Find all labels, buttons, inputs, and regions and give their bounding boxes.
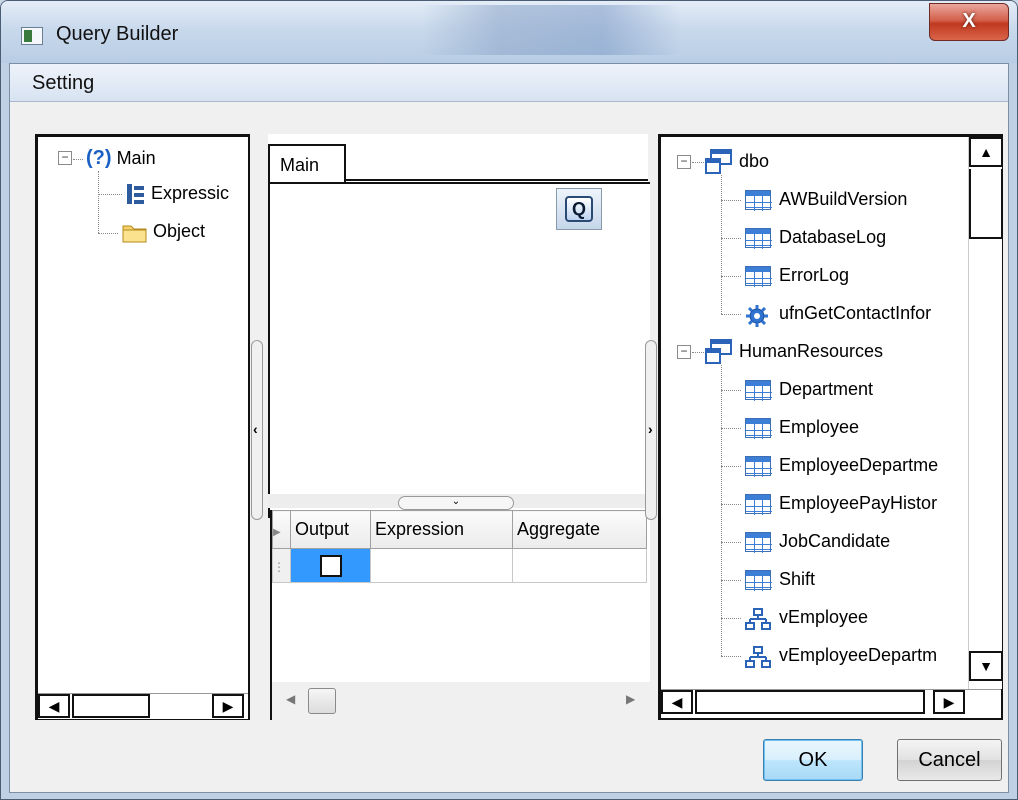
table-icon: [745, 570, 772, 591]
query-badge-icon: (?): [86, 147, 112, 169]
tree-node-main-label: Main: [116, 148, 156, 168]
scroll-left-icon[interactable]: ◀: [38, 694, 70, 718]
scroll-right-icon[interactable]: ▶: [626, 692, 635, 706]
query-builder-window: Query Builder X Setting − (?) Main Expre…: [0, 0, 1018, 800]
table-node[interactable]: Department: [779, 379, 873, 400]
menu-item-setting[interactable]: Setting: [32, 72, 94, 95]
columns-grid[interactable]: ▶ Output Expression Aggregate ⋮: [270, 510, 650, 682]
table-icon: [745, 494, 772, 515]
table-icon: [745, 418, 772, 439]
table-node[interactable]: EmployeePayHistor: [779, 493, 937, 514]
cancel-button[interactable]: Cancel: [897, 739, 1002, 781]
table-icon: [745, 228, 772, 249]
table-icon: [745, 266, 772, 287]
schema-node[interactable]: HumanResources: [739, 341, 883, 362]
scroll-left-icon[interactable]: ◀: [661, 690, 693, 714]
schema-icon: [705, 339, 732, 364]
collapse-main-expander[interactable]: −: [58, 151, 72, 165]
left-horizontal-scrollbar[interactable]: ◀ ▶: [38, 693, 248, 719]
table-node[interactable]: EmployeeDepartme: [779, 455, 938, 476]
tree-node-object-label: Object: [153, 221, 206, 241]
output-cell[interactable]: [290, 548, 371, 583]
view-icon: [745, 608, 771, 630]
background-blur: [421, 5, 681, 55]
scroll-thumb[interactable]: [695, 690, 925, 714]
grid-corner: ▶: [272, 510, 291, 549]
title-bar[interactable]: Query Builder X: [1, 1, 1017, 63]
view-node[interactable]: vEmployee: [779, 607, 868, 628]
menu-bar: Setting: [10, 64, 1008, 102]
tree-node-object[interactable]: Object: [122, 221, 205, 243]
aggregate-cell[interactable]: [512, 548, 647, 583]
function-node[interactable]: ufnGetContactInfor: [779, 303, 931, 324]
schema-icon: [705, 149, 732, 174]
scroll-thumb[interactable]: [969, 169, 1003, 239]
expression-tree-panel[interactable]: − (?) Main Expressic Object ◀ ▶: [35, 134, 250, 720]
q-icon: Q: [565, 196, 593, 222]
schema-expander[interactable]: −: [677, 345, 691, 359]
column-header-expression[interactable]: Expression: [370, 510, 513, 549]
query-button[interactable]: Q: [556, 188, 602, 230]
row-indicator: ⋮: [272, 548, 291, 583]
tree-node-expression-label: Expressic: [151, 183, 230, 203]
column-header-output[interactable]: Output: [290, 510, 371, 549]
tree-node-main[interactable]: (?) Main: [86, 147, 156, 170]
output-checkbox[interactable]: [319, 554, 342, 577]
ok-button[interactable]: OK: [763, 739, 863, 781]
table-node[interactable]: Employee: [779, 417, 859, 438]
right-horizontal-scrollbar[interactable]: ◀ ▶: [661, 689, 1001, 715]
folder-icon: [122, 225, 147, 243]
scroll-up-icon[interactable]: ▲: [969, 137, 1003, 167]
table-node[interactable]: ErrorLog: [779, 265, 849, 286]
gear-icon: [746, 305, 768, 327]
right-vertical-scrollbar[interactable]: ▲ ▼: [968, 137, 1003, 689]
query-canvas[interactable]: Q: [268, 182, 650, 518]
chevron-left-icon: ‹: [253, 421, 258, 437]
scroll-down-icon[interactable]: ▼: [969, 651, 1003, 681]
table-icon: [745, 456, 772, 477]
left-splitter[interactable]: ‹: [251, 340, 263, 520]
table-node[interactable]: DatabaseLog: [779, 227, 886, 248]
window-title: Query Builder: [56, 23, 179, 45]
schema-expander[interactable]: −: [677, 155, 691, 169]
table-icon: [745, 190, 772, 211]
tree-node-expression[interactable]: Expressic: [126, 183, 229, 205]
close-button[interactable]: X: [929, 3, 1009, 41]
scroll-left-icon[interactable]: ◀: [286, 692, 295, 706]
table-node[interactable]: AWBuildVersion: [779, 189, 907, 210]
table-node[interactable]: JobCandidate: [779, 531, 890, 552]
expression-cell[interactable]: [370, 548, 513, 583]
center-horizontal-scrollbar[interactable]: ◀ ▶: [270, 682, 650, 720]
scroll-right-icon[interactable]: ▶: [212, 694, 244, 718]
dialog-body: Setting − (?) Main Expressic Object ◀ ▶ …: [9, 63, 1009, 793]
table-row[interactable]: ⋮: [272, 548, 647, 583]
scroll-thumb[interactable]: [308, 688, 336, 714]
view-icon: [745, 646, 771, 668]
table-node[interactable]: Shift: [779, 569, 815, 590]
right-splitter[interactable]: ›: [645, 340, 657, 520]
database-objects-panel[interactable]: − dbo AWBuildVersion DatabaseLog ErrorLog ufn…: [658, 134, 1003, 720]
table-icon: [745, 380, 772, 401]
app-icon: [21, 27, 43, 45]
chevron-down-icon[interactable]: ⌄: [398, 496, 514, 510]
center-horizontal-splitter[interactable]: ⌄: [268, 494, 650, 510]
database-tree: − dbo AWBuildVersion DatabaseLog ErrorLog ufn…: [661, 137, 967, 687]
scroll-right-icon[interactable]: ▶: [933, 690, 965, 714]
expression-icon: [127, 184, 144, 205]
tab-main[interactable]: Main: [268, 144, 346, 182]
chevron-right-icon: ›: [648, 421, 653, 437]
center-tab-strip: Main: [268, 134, 648, 184]
schema-node[interactable]: dbo: [739, 151, 769, 172]
view-node[interactable]: vEmployeeDepartm: [779, 645, 937, 666]
scroll-thumb[interactable]: [72, 694, 150, 718]
table-icon: [745, 532, 772, 553]
column-header-aggregate[interactable]: Aggregate: [512, 510, 647, 549]
